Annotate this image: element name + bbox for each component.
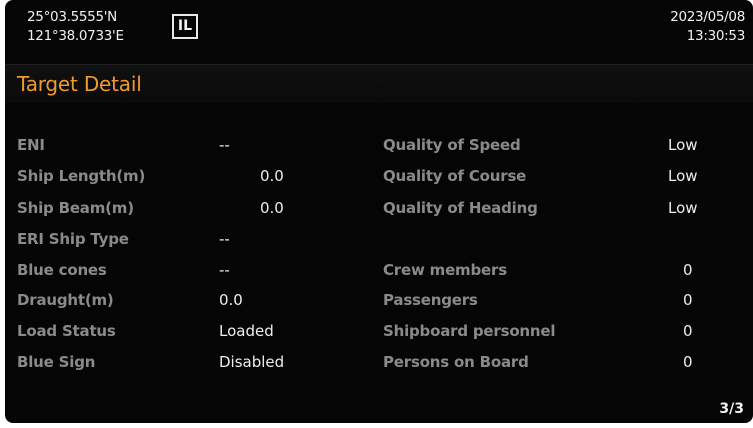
longitude: 121°38.0733'E xyxy=(27,28,124,44)
persons-on-board-value: 0 xyxy=(683,353,693,371)
quality-of-course-label: Quality of Course xyxy=(383,167,527,185)
time: 13:30:53 xyxy=(686,28,746,44)
shipboard-personnel-label: Shipboard personnel xyxy=(383,322,556,340)
quality-of-heading-label: Quality of Heading xyxy=(383,199,538,217)
quality-of-speed-value: Low xyxy=(668,136,698,154)
quality-of-heading-value: Low xyxy=(668,199,698,217)
quality-of-speed-label: Quality of Speed xyxy=(383,136,521,154)
latitude: 25°03.5555'N xyxy=(27,9,117,25)
persons-on-board-label: Persons on Board xyxy=(383,353,529,371)
eni-value: -- xyxy=(219,136,230,154)
date: 2023/05/08 xyxy=(670,9,745,25)
page-title: Target Detail xyxy=(17,72,142,96)
eri-ship-type-value: -- xyxy=(219,230,230,248)
draught-value: 0.0 xyxy=(219,291,243,309)
eri-ship-type-label: ERI Ship Type xyxy=(17,230,129,248)
ship-length-label: Ship Length(m) xyxy=(17,167,146,185)
blue-cones-label: Blue cones xyxy=(17,261,107,279)
ship-length-value: 0.0 xyxy=(260,167,284,185)
datetime-readout: 2023/05/08 13:30:53 xyxy=(670,8,745,46)
mode-badge: IL xyxy=(172,14,198,39)
eni-label: ENI xyxy=(17,136,45,154)
blue-cones-value: -- xyxy=(219,261,230,279)
title-bar: Target Detail xyxy=(5,64,753,103)
blue-sign-value: Disabled xyxy=(219,353,285,371)
passengers-label: Passengers xyxy=(383,291,478,309)
blue-sign-label: Blue Sign xyxy=(17,353,96,371)
quality-of-course-value: Low xyxy=(668,167,698,185)
ship-beam-label: Ship Beam(m) xyxy=(17,199,134,217)
crew-members-label: Crew members xyxy=(383,261,507,279)
position-readout: 25°03.5555'N 121°38.0733'E xyxy=(27,8,124,46)
ship-beam-value: 0.0 xyxy=(260,199,284,217)
load-status-label: Load Status xyxy=(17,322,116,340)
crew-members-value: 0 xyxy=(683,261,693,279)
draught-label: Draught(m) xyxy=(17,291,114,309)
target-detail-screen: 25°03.5555'N 121°38.0733'E IL 2023/05/08… xyxy=(5,0,753,423)
page-indicator: 3/3 xyxy=(719,401,744,417)
passengers-value: 0 xyxy=(683,291,693,309)
shipboard-personnel-value: 0 xyxy=(683,322,693,340)
load-status-value: Loaded xyxy=(219,322,274,340)
